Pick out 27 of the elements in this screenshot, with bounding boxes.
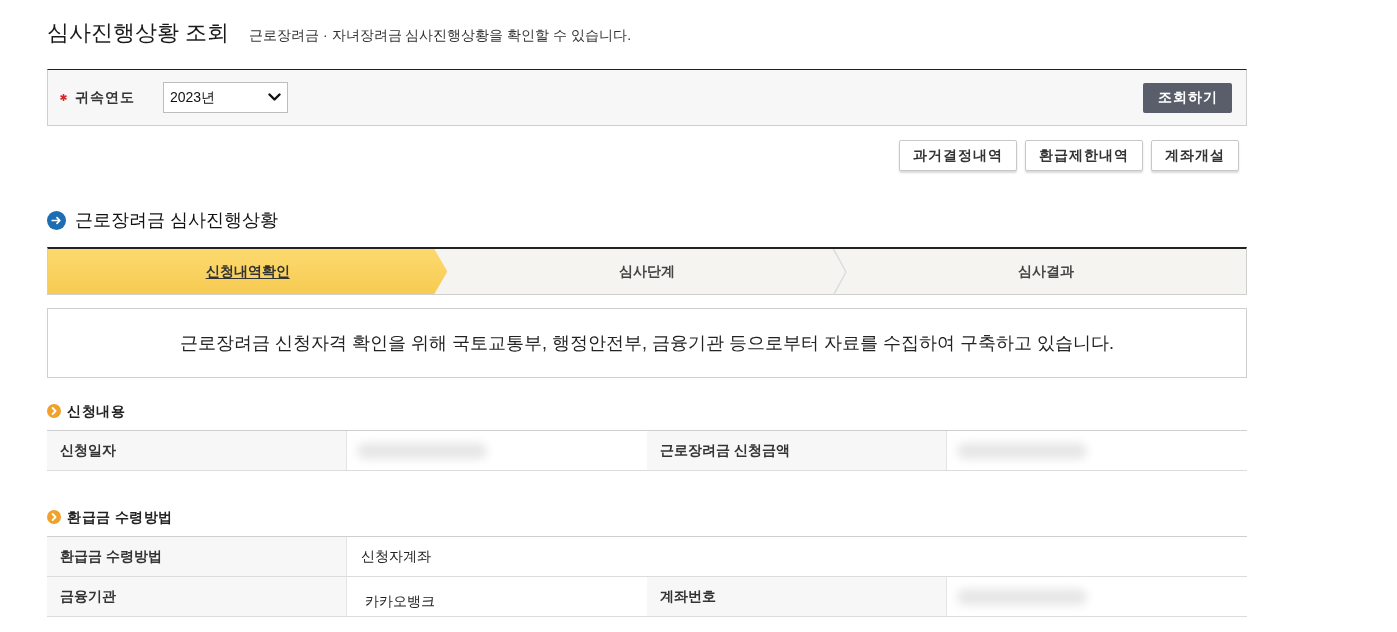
progress-step-tab[interactable]: 심사결과: [846, 249, 1246, 294]
progress-step-tab[interactable]: 심사단계: [447, 249, 847, 294]
subsection-heading: 신청내용: [67, 401, 125, 421]
section-heading: 근로장려금 심사진행상황: [75, 209, 278, 232]
page-subtitle: 근로장려금 · 자녀장려금 심사진행상황을 확인할 수 있습니다.: [249, 26, 631, 45]
table-value-cell-text: 신청자계좌: [360, 547, 432, 566]
table-header-cell: 계좌번호: [647, 577, 947, 616]
chevron-circle-icon: [47, 404, 61, 418]
action-button[interactable]: 과거결정내역: [899, 140, 1017, 171]
action-button[interactable]: 환급제한내역: [1025, 140, 1143, 171]
table-value-cell-text: 카카오뱅크: [364, 592, 436, 611]
search-button[interactable]: 조회하기: [1143, 82, 1232, 113]
chevron-down-icon: [268, 93, 281, 102]
step-chevron-icon: [832, 249, 847, 295]
table-header-cell: 신청일자: [47, 431, 347, 470]
year-field-label: 귀속연도: [75, 88, 135, 107]
progress-step-tab[interactable]: 신청내역확인: [48, 249, 448, 294]
chevron-circle-icon: [47, 510, 61, 524]
table-header-cell: 환급금 수령방법: [47, 537, 347, 576]
table-header-cell: 근로장려금 신청금액: [647, 431, 947, 470]
action-button[interactable]: 계좌개설: [1151, 140, 1239, 171]
year-select[interactable]: 2023년: [163, 82, 288, 113]
table-header-cell: 금융기관: [47, 577, 347, 616]
page-title: 심사진행상황 조회: [47, 19, 230, 47]
status-message: 근로장려금 신청자격 확인을 위해 국토교통부, 행정안전부, 금융기관 등으로부터 자료를 수집하여 구축하고 있습니다.: [180, 331, 1114, 355]
arrow-circle-icon: [47, 210, 66, 230]
subsection-heading: 환급금 수령방법: [67, 507, 173, 527]
